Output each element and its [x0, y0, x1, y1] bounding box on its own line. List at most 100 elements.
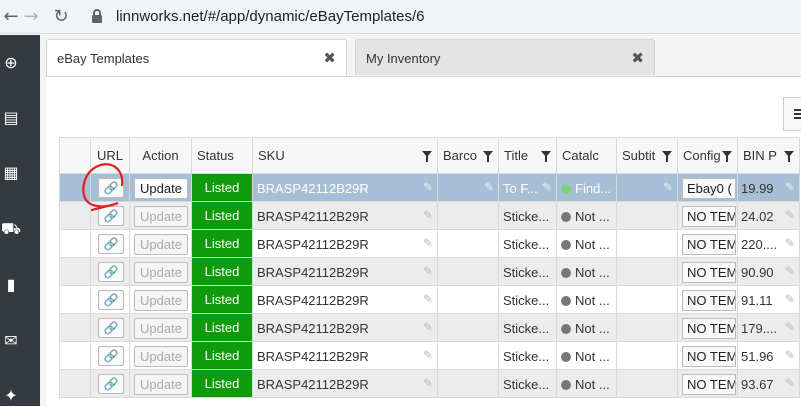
subtitle-cell[interactable]	[616, 257, 678, 286]
edit-icon[interactable]: ✎	[423, 208, 433, 222]
sku-cell[interactable]: BRASP42112B29R ✎	[252, 313, 438, 342]
sku-cell[interactable]: BRASP42112B29R ✎	[252, 173, 438, 202]
row-header-cell[interactable]	[59, 173, 91, 202]
row-header-cell[interactable]	[59, 229, 91, 258]
bin-price-cell[interactable]: 90.90 ✎	[737, 257, 800, 286]
sku-cell[interactable]: BRASP42112B29R ✎	[252, 229, 438, 258]
title-cell[interactable]: Sticke...	[498, 313, 557, 342]
envelope-icon[interactable]: ✉	[0, 330, 22, 352]
barcode-cell[interactable]	[437, 313, 499, 342]
forward-arrow-icon[interactable]: →	[20, 6, 42, 28]
barcode-cell[interactable]: ✎	[437, 173, 499, 202]
close-icon[interactable]: ✖	[323, 49, 336, 67]
column-header-bin-price[interactable]: BIN P	[737, 137, 800, 174]
close-icon[interactable]: ✖	[631, 49, 644, 67]
column-header-config[interactable]: Config	[677, 137, 738, 174]
title-cell[interactable]: To F... ✎	[498, 173, 557, 202]
update-button[interactable]: Update	[134, 346, 188, 367]
subtitle-cell[interactable]	[616, 369, 678, 398]
update-button[interactable]: Update	[134, 290, 188, 311]
subtitle-cell[interactable]	[616, 341, 678, 370]
table-row[interactable]: 🔗 Update Listed BRASP42112B29R ✎ ✎ To F... ✎ Fin…	[59, 173, 800, 202]
update-button[interactable]: Update	[134, 206, 188, 227]
edit-icon[interactable]: ✎	[785, 348, 795, 362]
catalog-cell[interactable]: Not ...	[556, 229, 617, 258]
link-icon[interactable]: 🔗	[98, 178, 124, 198]
bin-price-cell[interactable]: 179.... ✎	[737, 313, 800, 342]
title-cell[interactable]: Sticke...	[498, 229, 557, 258]
catalog-cell[interactable]: Not ...	[556, 257, 617, 286]
column-header-action[interactable]: Action	[129, 137, 192, 174]
edit-icon[interactable]: ✎	[542, 180, 552, 194]
edit-icon[interactable]: ✎	[423, 348, 433, 362]
bin-price-cell[interactable]: 220.... ✎	[737, 229, 800, 258]
sku-cell[interactable]: BRASP42112B29R ✎	[252, 341, 438, 370]
edit-icon[interactable]: ✎	[785, 320, 795, 334]
address-bar-url[interactable]: linnworks.net/#/app/dynamic/eBayTemplate…	[116, 8, 425, 25]
table-row[interactable]: 🔗 Update Listed BRASP42112B29R ✎ Sticke... Not…	[59, 257, 800, 286]
table-row[interactable]: 🔗 Update Listed BRASP42112B29R ✎ Sticke... Not…	[59, 229, 800, 258]
row-header-cell[interactable]	[59, 369, 91, 398]
filter-icon[interactable]	[722, 151, 732, 162]
link-icon[interactable]: 🔗	[98, 206, 124, 226]
column-header-barcode[interactable]: Barco	[437, 137, 499, 174]
link-icon[interactable]: 🔗	[98, 234, 124, 254]
column-header-url[interactable]: URL	[90, 137, 130, 174]
subtitle-cell[interactable]	[616, 229, 678, 258]
link-icon[interactable]: 🔗	[98, 290, 124, 310]
reload-icon[interactable]: ↻	[50, 6, 72, 28]
edit-icon[interactable]: ✎	[423, 292, 433, 306]
row-header-cell[interactable]	[59, 341, 91, 370]
column-header-sku[interactable]: SKU	[252, 137, 438, 174]
tab-my-inventory[interactable]: My Inventory ✖	[355, 39, 655, 75]
config-button[interactable]: NO TEM	[682, 262, 736, 283]
title-cell[interactable]: Sticke...	[498, 257, 557, 286]
update-button[interactable]: Update	[134, 318, 188, 339]
column-header-subtitle[interactable]: Subtit	[616, 137, 678, 174]
column-menu-button[interactable]	[783, 97, 801, 131]
sku-cell[interactable]: BRASP42112B29R ✎	[252, 369, 438, 398]
row-header-cell[interactable]	[59, 257, 91, 286]
edit-icon[interactable]: ✎	[423, 236, 433, 250]
catalog-cell[interactable]: Find...	[556, 173, 617, 202]
bar-chart-icon[interactable]: ▮	[0, 274, 22, 296]
barcode-cell[interactable]	[437, 341, 499, 370]
catalog-cell[interactable]: Not ...	[556, 285, 617, 314]
link-icon[interactable]: 🔗	[98, 346, 124, 366]
barcode-cell[interactable]	[437, 285, 499, 314]
config-button[interactable]: NO TEM	[682, 318, 736, 339]
config-button[interactable]: NO TEM	[682, 374, 736, 395]
title-cell[interactable]: Sticke...	[498, 285, 557, 314]
catalog-cell[interactable]: Not ...	[556, 341, 617, 370]
title-cell[interactable]: Sticke...	[498, 341, 557, 370]
column-header-catalog[interactable]: Catalc	[556, 137, 617, 174]
barcode-cell[interactable]	[437, 257, 499, 286]
config-button[interactable]: NO TEM	[682, 234, 736, 255]
catalog-cell[interactable]: Not ...	[556, 313, 617, 342]
barcode-cell[interactable]	[437, 229, 499, 258]
puzzle-icon[interactable]: ✦	[0, 385, 22, 407]
book-icon[interactable]: ▦	[0, 162, 22, 184]
row-header-cell[interactable]	[59, 285, 91, 314]
sku-cell[interactable]: BRASP42112B29R ✎	[252, 201, 438, 230]
config-button[interactable]: NO TEM	[682, 206, 736, 227]
edit-icon[interactable]: ✎	[663, 180, 673, 194]
table-row[interactable]: 🔗 Update Listed BRASP42112B29R ✎ Sticke... Not…	[59, 285, 800, 314]
link-icon[interactable]: 🔗	[98, 318, 124, 338]
title-cell[interactable]: Sticke...	[498, 369, 557, 398]
edit-icon[interactable]: ✎	[785, 376, 795, 390]
boxes-icon[interactable]: ▤	[0, 107, 22, 129]
update-button[interactable]: Update	[134, 234, 188, 255]
title-cell[interactable]: Sticke...	[498, 201, 557, 230]
column-header-status[interactable]: Status	[191, 137, 253, 174]
subtitle-cell[interactable]	[616, 201, 678, 230]
edit-icon[interactable]: ✎	[785, 264, 795, 278]
catalog-cell[interactable]: Not ...	[556, 201, 617, 230]
update-button[interactable]: Update	[134, 178, 188, 199]
barcode-cell[interactable]	[437, 369, 499, 398]
link-icon[interactable]: 🔗	[98, 262, 124, 282]
edit-icon[interactable]: ✎	[423, 180, 433, 194]
tab-ebay-templates[interactable]: eBay Templates ✖	[46, 39, 347, 77]
barcode-cell[interactable]	[437, 201, 499, 230]
filter-icon[interactable]	[541, 151, 551, 162]
